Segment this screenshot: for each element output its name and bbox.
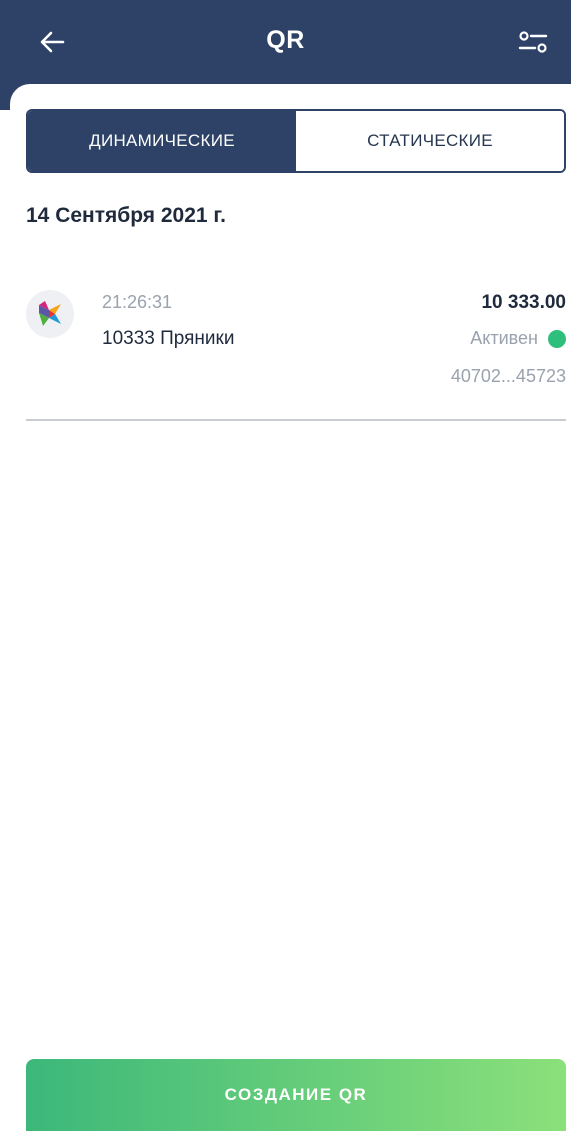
sbp-logo-icon — [26, 290, 74, 338]
transaction-time: 21:26:31 — [102, 292, 173, 312]
tab-dynamic[interactable]: ДИНАМИЧЕСКИЕ — [28, 111, 296, 171]
page-title: QR — [266, 26, 305, 54]
qr-type-tabs: ДИНАМИЧЕСКИЕ СТАТИЧЕСКИЕ — [26, 109, 566, 173]
sbp-logo-glyph — [39, 301, 61, 326]
filter-button[interactable] — [513, 22, 553, 62]
status-dot-icon — [548, 329, 566, 348]
status-badge: Активен — [470, 328, 566, 349]
account-number: 40702...45723 — [450, 366, 566, 386]
transaction-row[interactable]: 21:26:31 10333 Пряники 10 333.00 Активен… — [26, 282, 566, 420]
status-label: Активен — [470, 328, 538, 348]
transaction-name: 10333 Пряники — [102, 328, 235, 349]
date-group-header: 14 Сентября 2021 г. — [26, 204, 226, 227]
qr-list-screen: QR ДИНАМИЧЕСКИЕ СТАТИЧЕСКИЕ 14 Сентября … — [0, 0, 571, 1131]
content-sheet — [10, 84, 571, 1131]
tab-static[interactable]: СТАТИЧЕСКИЕ — [296, 111, 564, 171]
create-qr-label: СОЗДАНИЕ QR — [224, 1085, 368, 1104]
create-qr-button[interactable]: СОЗДАНИЕ QR — [26, 1059, 566, 1131]
transaction-amount: 10 333.00 — [481, 292, 566, 313]
filter-sliders-icon — [518, 31, 548, 53]
row-divider — [26, 419, 566, 421]
